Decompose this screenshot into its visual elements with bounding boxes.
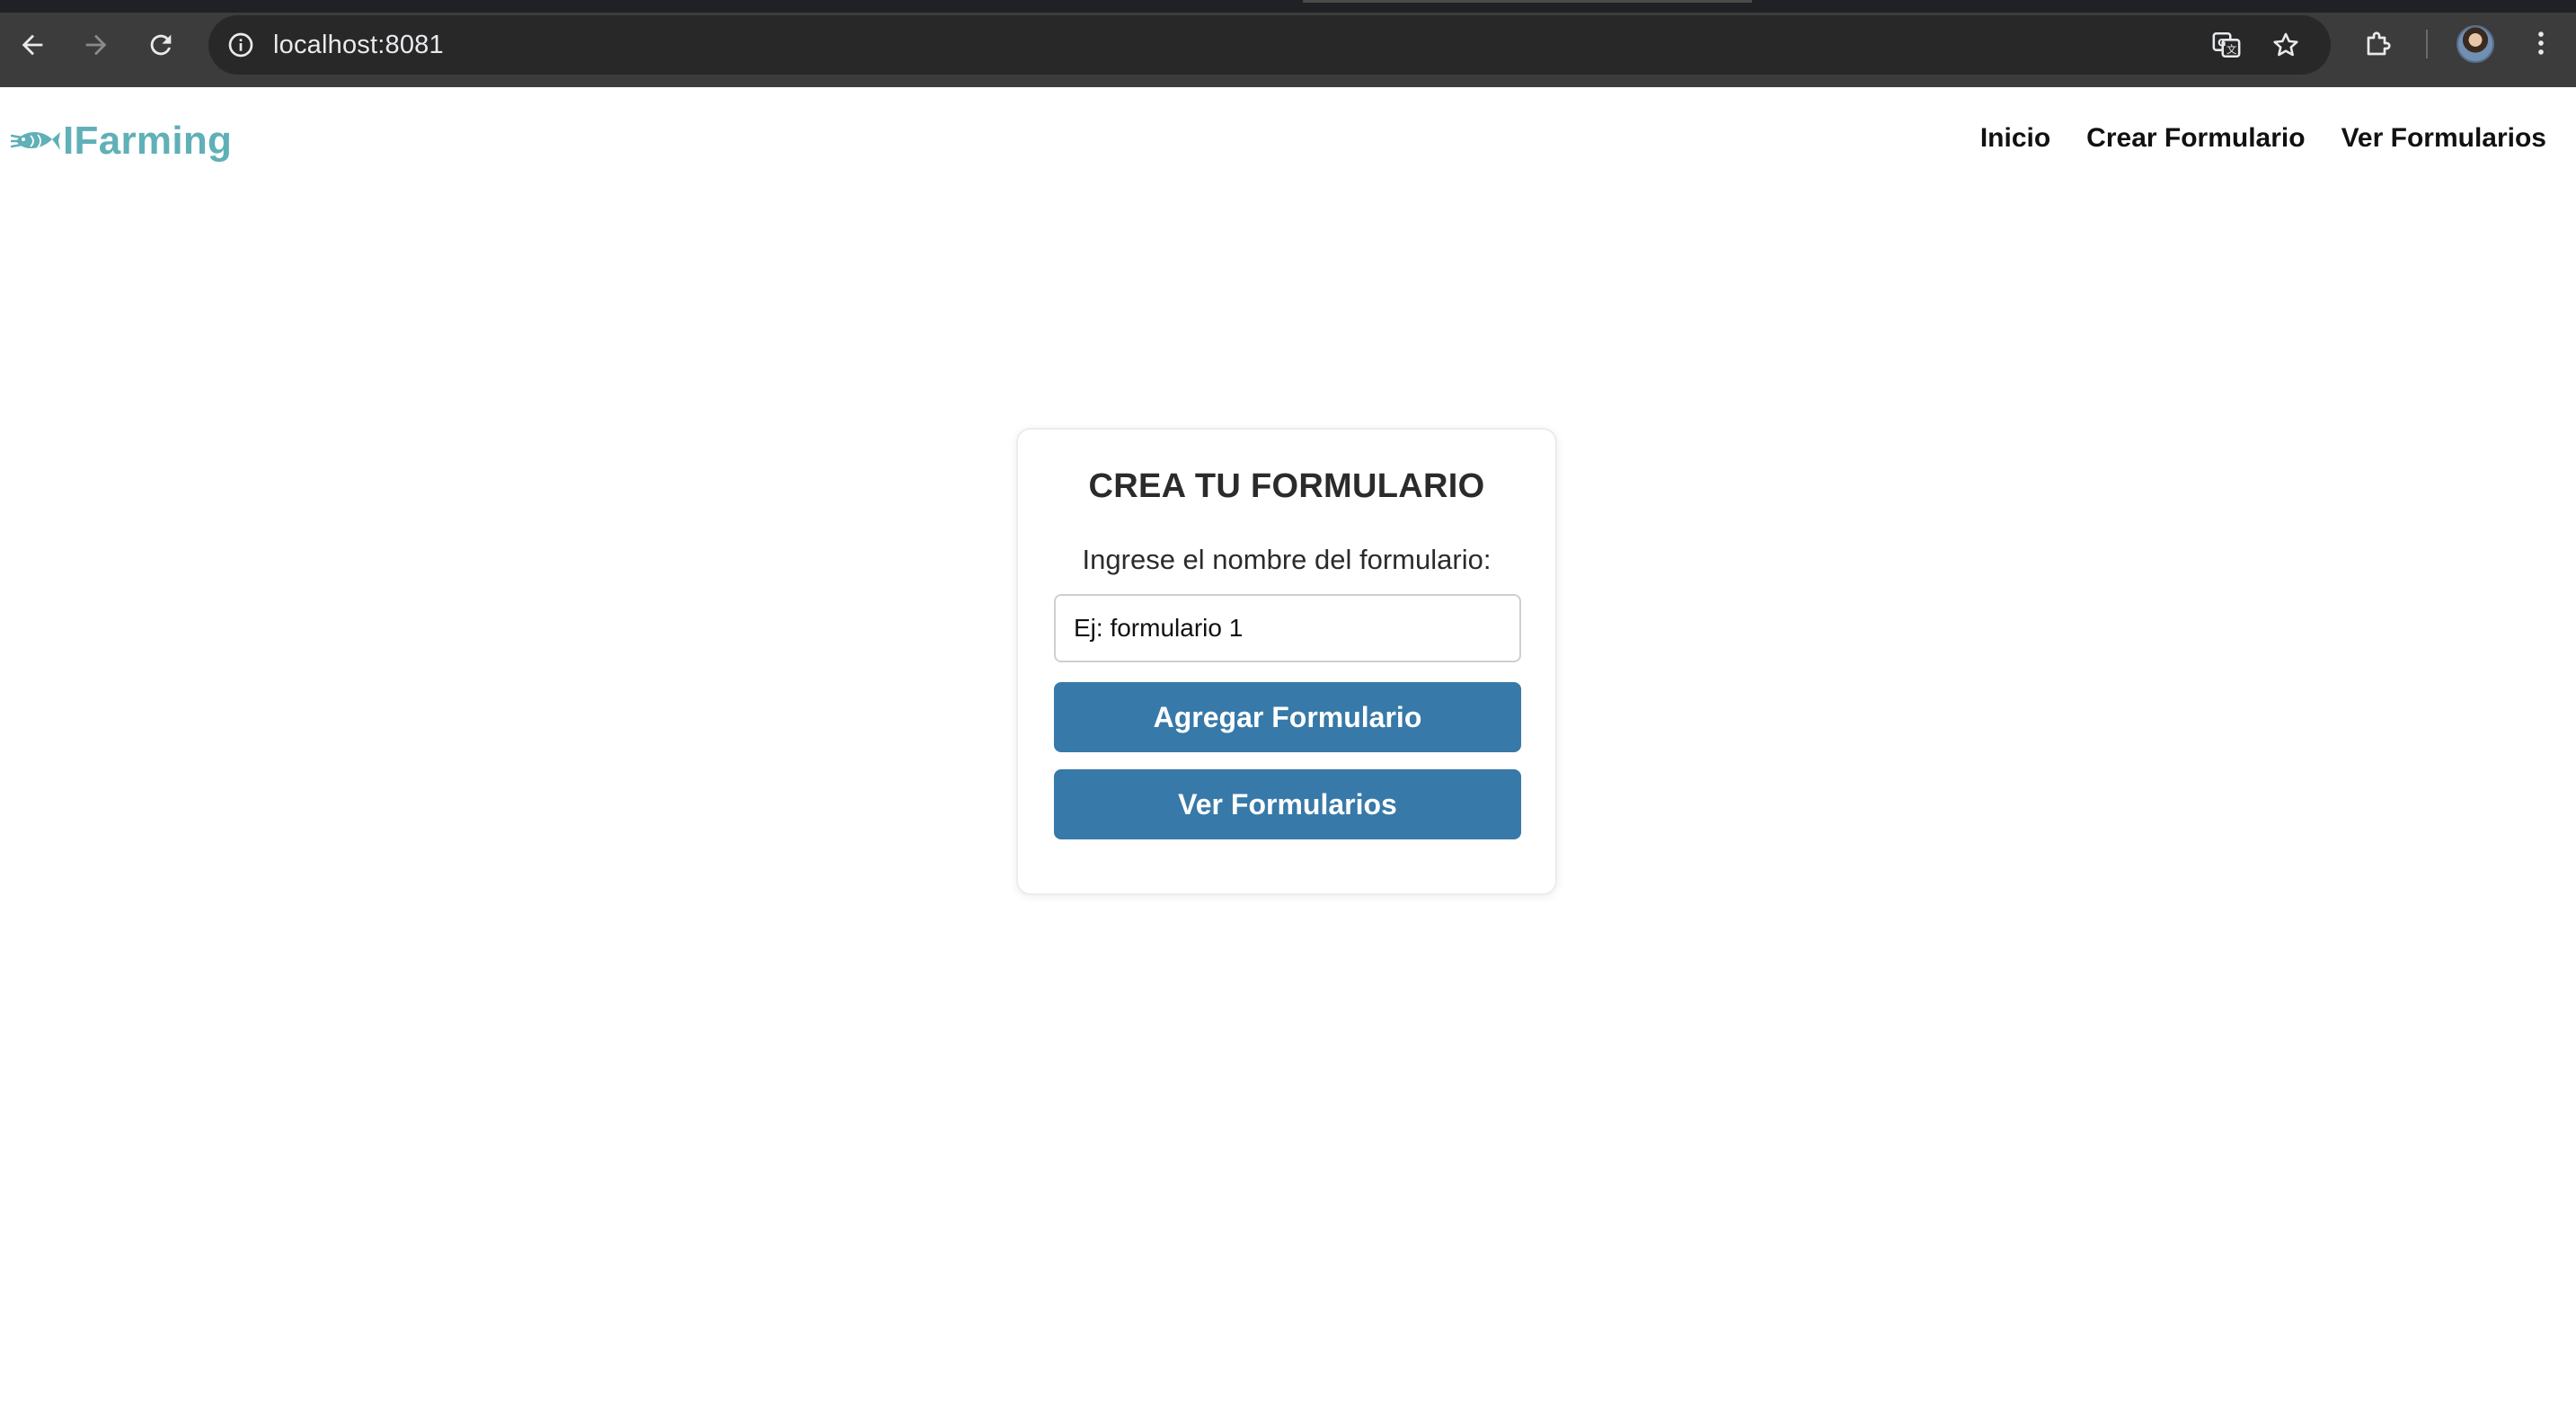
kebab-menu-icon[interactable] (2519, 22, 2563, 65)
fish-icon (11, 131, 60, 150)
card-title: CREA TU FORMULARIO (1088, 467, 1485, 505)
tab-strip (0, 0, 2576, 13)
brand-name: IFarming (63, 119, 233, 163)
form-name-label: Ingrese el nombre del formulario: (1082, 544, 1492, 575)
back-button[interactable] (7, 20, 58, 70)
forward-button[interactable] (71, 20, 121, 70)
svg-text:G: G (2217, 36, 2226, 49)
nav-link-ver-formularios[interactable]: Ver Formularios (2341, 123, 2546, 154)
puzzle-icon[interactable] (2358, 22, 2401, 65)
main-nav: Inicio Crear Formulario Ver Formularios (1980, 123, 2546, 154)
nav-link-crear-formulario[interactable]: Crear Formulario (2086, 123, 2305, 154)
toolbar-divider (2426, 30, 2428, 58)
form-name-input[interactable] (1054, 594, 1521, 662)
svg-text:文: 文 (2226, 43, 2236, 56)
translate-icon[interactable]: G 文 (2209, 27, 2244, 63)
view-forms-button[interactable]: Ver Formularios (1054, 769, 1521, 839)
tab-highlight (1303, 0, 1752, 3)
info-icon[interactable] (223, 27, 259, 63)
create-form-card: CREA TU FORMULARIO Ingrese el nombre del… (1016, 428, 1557, 895)
address-bar[interactable]: localhost:8081 G 文 (208, 15, 2331, 75)
avatar[interactable] (2456, 25, 2494, 63)
reload-button[interactable] (136, 20, 186, 70)
back-arrow-icon (22, 34, 43, 56)
browser-toolbar: localhost:8081 G 文 (0, 0, 2576, 87)
nav-link-inicio[interactable]: Inicio (1980, 123, 2050, 154)
url-text[interactable]: localhost:8081 (273, 15, 444, 75)
brand-logo[interactable]: IFarming (11, 114, 232, 168)
page: IFarming Inicio Crear Formulario Ver For… (0, 87, 2576, 1411)
star-icon[interactable] (2268, 27, 2304, 63)
forward-arrow-icon (85, 34, 107, 56)
reload-icon (150, 34, 172, 56)
add-form-button[interactable]: Agregar Formulario (1054, 682, 1521, 752)
